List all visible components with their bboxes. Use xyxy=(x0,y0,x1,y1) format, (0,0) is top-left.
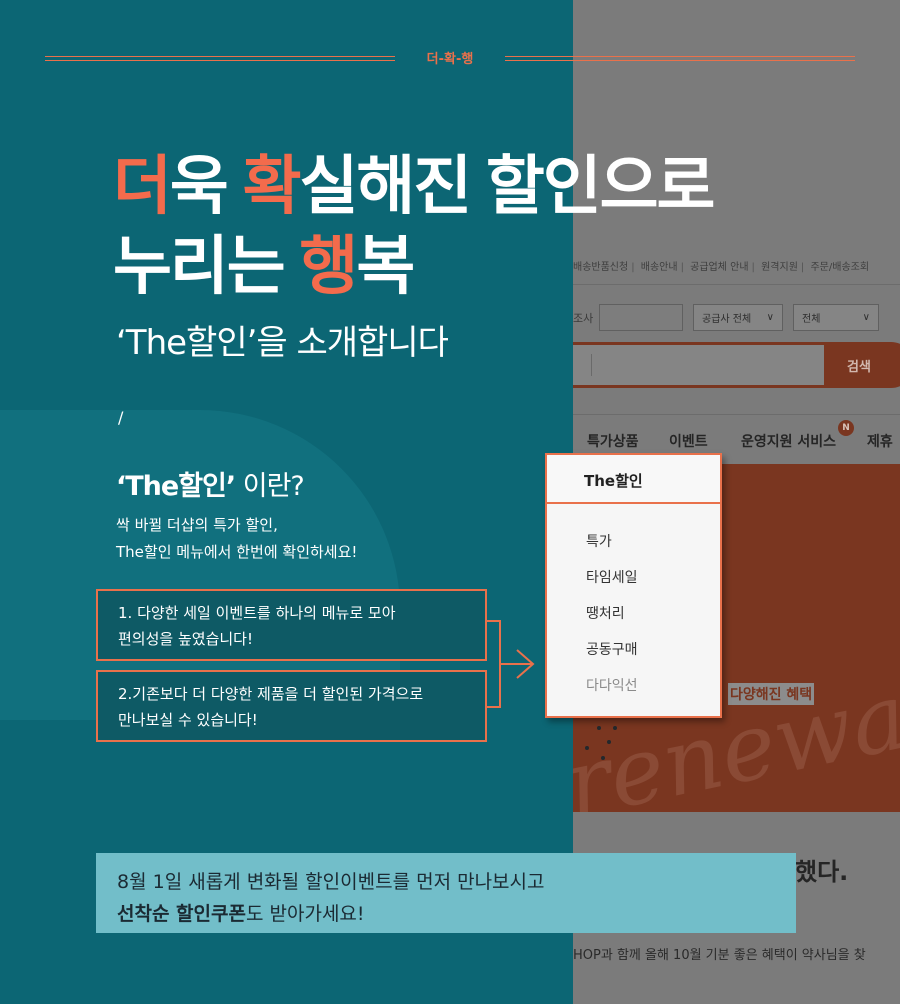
section-text: HOP과 함께 올해 10월 기분 좋은 혜택이 약사님을 찾 xyxy=(573,948,866,963)
promo-page: 배송반품신청 | 배송안내 | 공급업체 안내 | 원격지원 | 주문/배송조회 조사 … xyxy=(0,0,900,1004)
new-badge: N xyxy=(838,420,854,436)
supplier-select-value: 공급사 전체 xyxy=(702,314,752,325)
header-tag: 더-확-행 xyxy=(426,52,474,67)
header-rule-left xyxy=(45,56,395,61)
headline-line-1: 더욱 확실해진 할인으로 xyxy=(113,146,715,226)
util-link-order[interactable]: 주문/배송조회 xyxy=(810,262,869,273)
note-text: 도 받아가세요! xyxy=(245,903,365,925)
subtitle: ‘The할인’을 소개합니다 xyxy=(116,323,449,363)
chevron-down-icon: ∨ xyxy=(862,312,870,323)
dropdown-item-timesale[interactable]: 타임세일 xyxy=(586,567,638,587)
headline: 더욱 확실해진 할인으로 누리는 행복 xyxy=(113,146,715,306)
supplier-input[interactable] xyxy=(599,304,683,331)
feature-text: 만나보실 수 있습니다! xyxy=(118,711,258,729)
headline-accent: 확 xyxy=(242,150,302,222)
section-heading: ‘The할인’ 이란? xyxy=(116,464,305,503)
dropdown-item-bulk[interactable]: 다다익선 xyxy=(586,675,638,695)
category-select[interactable]: 전체 ∨ xyxy=(793,304,879,331)
divider xyxy=(591,354,592,376)
nav-item-events[interactable]: 이벤트 xyxy=(669,431,708,451)
bracket-arrow-icon xyxy=(487,620,535,708)
bottom-note: 8월 1일 새롭게 변화될 할인이벤트를 먼저 만나보시고 선착순 할인쿠폰도 … xyxy=(96,853,796,933)
headline-text: 복 xyxy=(356,230,415,302)
dropdown-item-special[interactable]: 특가 xyxy=(586,531,612,551)
nav-item-support[interactable]: 운영지원 서비스 xyxy=(741,431,836,451)
description-line: 싹 바뀔 더샵의 특가 할인, xyxy=(116,516,278,534)
dropdown-item-groupbuy[interactable]: 공동구매 xyxy=(586,639,638,659)
section-description: 싹 바뀔 더샵의 특가 할인, The할인 메뉴에서 한번에 확인하세요! xyxy=(116,512,357,566)
section-title: 했다. xyxy=(795,858,849,886)
search-input[interactable] xyxy=(573,342,828,388)
feature-text: 1. 다양한 세일 이벤트를 하나의 메뉴로 모아 xyxy=(118,604,396,622)
chevron-down-icon: ∨ xyxy=(766,312,774,323)
feature-text: 2.기존보다 더 다양한 제품을 더 할인된 가격으로 xyxy=(118,685,424,703)
search-label: 조사 xyxy=(573,312,594,325)
banner-tag: 다양해진 혜택 xyxy=(728,683,815,705)
headline-accent: 행 xyxy=(299,230,358,302)
category-select-value: 전체 xyxy=(802,314,821,325)
supplier-select[interactable]: 공급사 전체 ∨ xyxy=(693,304,783,331)
feature-box-2: 2.기존보다 더 다양한 제품을 더 할인된 가격으로 만나보실 수 있습니다! xyxy=(96,670,487,742)
description-line: The할인 메뉴에서 한번에 확인하세요! xyxy=(116,543,358,561)
headline-text: 누리는 xyxy=(113,230,300,302)
search-button[interactable]: 검색 xyxy=(824,342,900,388)
headline-text: 실해진 할인으로 xyxy=(299,150,715,222)
headline-accent: 더 xyxy=(113,150,172,222)
feature-text: 편의성을 높였습니다! xyxy=(118,630,253,648)
dropdown-item-clearance[interactable]: 땡처리 xyxy=(586,603,625,623)
section-heading-bold: ‘The할인’ xyxy=(116,471,236,502)
section-heading-rest: 이란? xyxy=(235,471,305,502)
note-line-1: 8월 1일 새롭게 변화될 할인이벤트를 먼저 만나보시고 xyxy=(117,871,545,893)
dropdown-title[interactable]: The할인 xyxy=(547,455,720,504)
nav-item-partner[interactable]: 제휴 xyxy=(867,431,893,451)
the-sale-dropdown: The할인 특가 타임세일 땡처리 공동구매 다다익선 xyxy=(545,453,722,718)
util-link-remote[interactable]: 원격지원 xyxy=(761,262,798,273)
slash-mark: / xyxy=(118,408,124,427)
headline-line-2: 누리는 행복 xyxy=(113,226,713,306)
note-line-2: 선착순 할인쿠폰도 받아가세요! xyxy=(117,898,796,930)
headline-text: 욱 xyxy=(169,150,243,222)
feature-box-1: 1. 다양한 세일 이벤트를 하나의 메뉴로 모아 편의성을 높였습니다! xyxy=(96,589,487,661)
note-highlight: 선착순 할인쿠폰 xyxy=(117,903,246,925)
header-rule-right xyxy=(505,56,855,61)
nav-item-specials[interactable]: 특가상품 xyxy=(587,431,639,451)
